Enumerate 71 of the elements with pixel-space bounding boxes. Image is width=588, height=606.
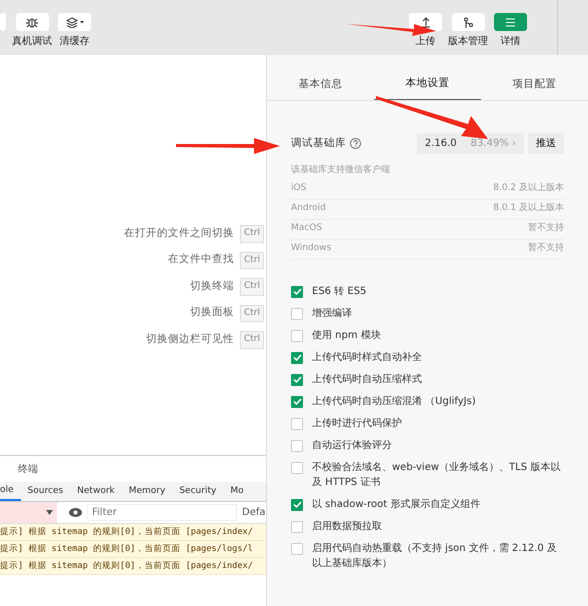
checkbox[interactable] xyxy=(291,352,303,364)
details-tab[interactable]: 项目配置 xyxy=(481,69,588,100)
checkbox[interactable] xyxy=(291,440,303,452)
checkbox[interactable] xyxy=(291,542,303,554)
option-label: 上传代码时样式自动补全 xyxy=(312,350,422,364)
log-level-select[interactable]: Defa xyxy=(242,505,266,520)
checkbox[interactable] xyxy=(291,418,303,430)
upload-icon xyxy=(420,16,430,28)
checkbox[interactable] xyxy=(291,498,303,510)
devtools-tab[interactable]: Network xyxy=(70,482,122,501)
shortcut-label: 切换侧边栏可见性 xyxy=(146,332,234,347)
option-label: 启用数据预拉取 xyxy=(312,520,382,534)
option-label: 增强编译 xyxy=(312,306,352,320)
platform-label: iOS xyxy=(291,182,306,196)
version-select[interactable]: 2.16.0 83.49% › xyxy=(416,133,524,154)
layers-icon xyxy=(66,16,84,28)
console-message: 提示] 根据 sitemap 的规则[0]，当前页面 [pages/logs/l xyxy=(0,541,266,558)
setting-label: 调试基础库 xyxy=(291,136,346,151)
checkbox[interactable] xyxy=(291,308,303,320)
checkbox[interactable] xyxy=(291,286,303,298)
toolbar-button[interactable]: 版本管理 xyxy=(448,13,488,49)
key-label: Ctrl xyxy=(240,331,264,348)
shortcut-label: 在打开的文件之间切换 xyxy=(124,226,234,241)
devtools-tab[interactable]: Mo xyxy=(223,482,251,501)
dropdown-icon xyxy=(46,510,53,515)
option-label: 上传代码时自动压缩混淆 （UglifyJs) xyxy=(312,394,476,408)
menu-icon xyxy=(505,18,516,26)
key-label: Ctrl xyxy=(240,278,264,296)
checkbox[interactable] xyxy=(291,520,303,532)
checkbox[interactable] xyxy=(291,462,303,474)
option-label: 启用代码自动热重载（不支持 json 文件，需 2.12.0 及以上基础库版本） xyxy=(312,542,558,570)
option-label: 自动运行体验评分 xyxy=(312,438,392,452)
support-value: 暂不支持 xyxy=(528,242,564,256)
key-label: Ctrl xyxy=(240,225,264,242)
shortcut-label: 在文件中查找 xyxy=(168,252,234,268)
key-label: Ctrl xyxy=(240,252,264,269)
support-title: 该基础库支持微信客户端 xyxy=(291,164,391,177)
checkbox[interactable] xyxy=(291,374,303,386)
platform-label: MacOS xyxy=(291,222,322,236)
checkbox[interactable] xyxy=(291,330,303,342)
help-icon[interactable] xyxy=(350,138,361,149)
support-value: 8.0.1 及以上版本 xyxy=(493,202,564,216)
context-select[interactable] xyxy=(0,502,57,523)
bug-icon xyxy=(26,16,38,28)
shortcut-label: 切换面板 xyxy=(190,305,234,320)
option-label: ES6 转 ES5 xyxy=(312,284,366,298)
devtools-tab[interactable]: Security xyxy=(172,482,224,501)
support-value: 8.0.2 及以上版本 xyxy=(493,182,564,196)
shortcut-label: 切换终端 xyxy=(190,278,234,294)
devtools-tab[interactable]: Sources xyxy=(20,482,70,501)
console-message: 提示] 根据 sitemap 的规则[0]，当前页面 [pages/index/ xyxy=(0,558,266,575)
option-label: 上传代码时自动压缩样式 xyxy=(312,372,422,386)
push-button[interactable]: 推送 xyxy=(528,133,564,154)
eye-icon[interactable] xyxy=(69,508,82,517)
toolbar-button[interactable]: 真机调试 xyxy=(12,13,52,49)
panel-tab[interactable]: 终端 xyxy=(18,462,38,476)
details-tab[interactable]: 基本信息 xyxy=(267,69,374,100)
platform-label: Android xyxy=(291,202,326,216)
option-label: 不校验合法域名、web-view（业务域名）、TLS 版本以及 HTTPS 证书 xyxy=(312,460,562,490)
toolbar-button[interactable] xyxy=(0,13,6,31)
filter-field[interactable]: Filter xyxy=(87,504,237,521)
branch-icon xyxy=(462,16,474,28)
option-label: 使用 npm 模块 xyxy=(312,328,381,342)
key-label: Ctrl xyxy=(240,304,264,322)
platform-label: Windows xyxy=(291,242,332,256)
checkbox[interactable] xyxy=(291,396,303,408)
option-label: 上传时进行代码保护 xyxy=(312,416,402,430)
option-label: 以 shadow-root 形式展示自定义组件 xyxy=(312,498,480,512)
devtools-tab[interactable]: Memory xyxy=(122,482,172,501)
support-value: 暂不支持 xyxy=(528,222,564,236)
console-message: 提示] 根据 sitemap 的规则[0]，当前页面 [pages/index/ xyxy=(0,524,266,541)
